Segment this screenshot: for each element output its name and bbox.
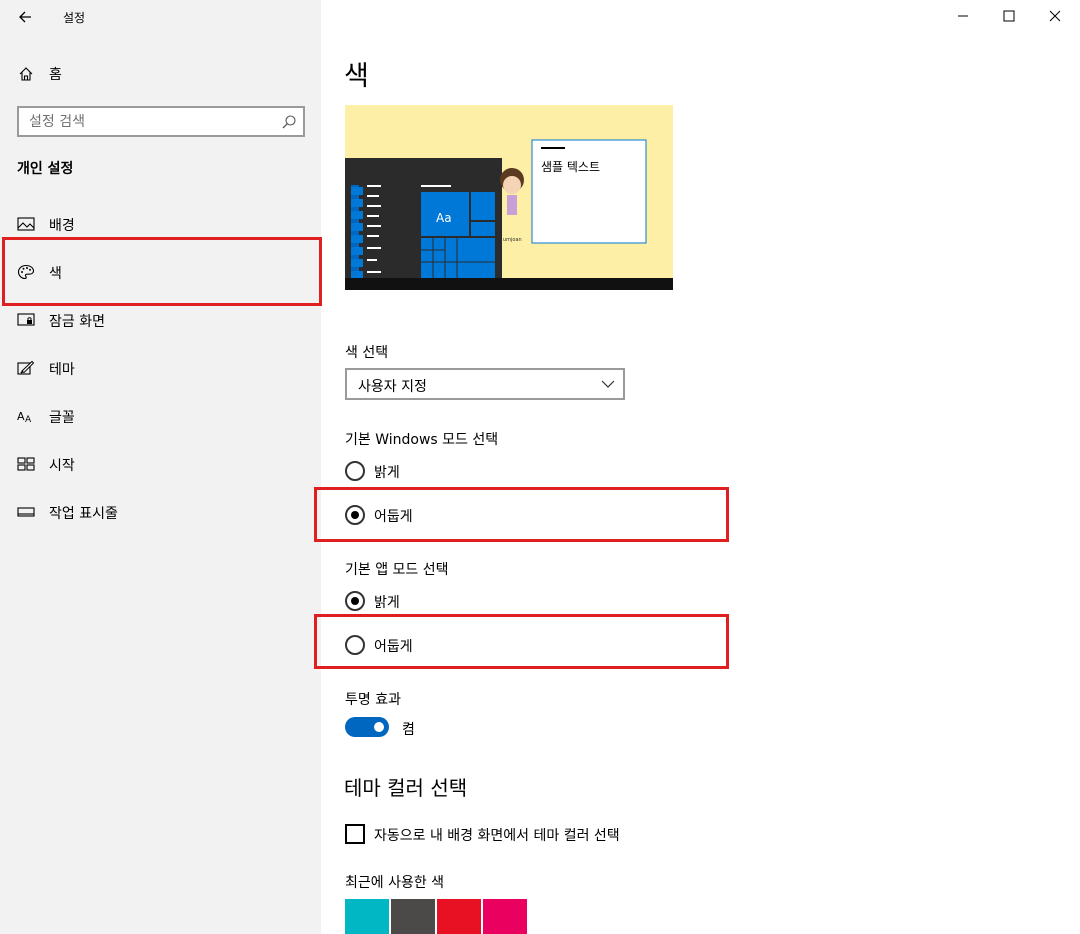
font-icon: A A — [17, 410, 32, 424]
dropdown-value: 사용자 지정 — [358, 379, 427, 395]
minimize-button[interactable] — [940, 0, 986, 32]
close-icon — [1049, 10, 1061, 22]
recent-colors-label: 최근에 사용한 색 — [345, 875, 445, 891]
app-title: 설정 — [63, 11, 86, 25]
highlight-box-color-item — [2, 237, 322, 306]
maximize-button[interactable] — [986, 0, 1032, 32]
sidebar-item-label: 잠금 화면 — [49, 314, 105, 330]
radio-label: 밝게 — [374, 595, 400, 611]
minimize-icon — [958, 15, 968, 17]
highlight-box-windows-dark — [314, 487, 729, 542]
app-mode-label: 기본 앱 모드 선택 — [345, 562, 449, 578]
chevron-down-icon — [601, 380, 615, 388]
theme-color-heading: 테마 컬러 선택 — [344, 776, 468, 800]
sidebar-item-start[interactable]: 시작 — [0, 444, 321, 484]
sidebar-item-label: 작업 표시줄 — [49, 506, 118, 522]
sidebar-item-home[interactable]: 홈 — [0, 58, 321, 90]
theme-preview: umjoan Aa 샘플 텍스트 — [345, 105, 673, 290]
sidebar-item-lock-screen[interactable]: 잠금 화면 — [0, 300, 321, 340]
theme-brush-icon — [17, 360, 35, 375]
recent-color-swatch[interactable] — [391, 899, 435, 934]
back-button[interactable] — [14, 6, 38, 28]
svg-text:umjoan: umjoan — [503, 237, 522, 243]
preview-tile-label: Aa — [436, 211, 452, 225]
taskbar-icon — [17, 507, 35, 517]
radio-label: 밝게 — [374, 465, 400, 481]
back-arrow-icon — [19, 11, 31, 23]
radio-circle — [345, 461, 365, 481]
home-icon — [19, 67, 33, 81]
highlight-box-app-dark — [314, 614, 729, 669]
page-title: 색 — [344, 61, 369, 92]
sidebar-item-taskbar[interactable]: 작업 표시줄 — [0, 492, 321, 532]
sidebar-item-label: 홈 — [49, 67, 62, 83]
sidebar-item-label: 배경 — [49, 218, 75, 234]
recent-color-swatch[interactable] — [483, 899, 527, 934]
maximize-icon — [1003, 10, 1015, 22]
search-input[interactable] — [19, 108, 277, 135]
recent-color-swatch[interactable] — [345, 899, 389, 934]
radio-circle-selected — [345, 591, 365, 611]
close-button[interactable] — [1032, 0, 1078, 32]
windows-mode-label: 기본 Windows 모드 선택 — [345, 432, 499, 448]
start-grid-icon — [17, 457, 35, 471]
color-choice-label: 색 선택 — [345, 345, 389, 361]
transparency-label: 투명 효과 — [345, 692, 401, 708]
toggle-state-label: 켬 — [402, 722, 415, 738]
search-icon[interactable] — [281, 114, 297, 130]
app-mode-light-radio[interactable]: 밝게 — [345, 589, 645, 613]
sidebar: 설정 홈 개인 설정 배경 색 잠 — [0, 0, 321, 934]
color-choice-dropdown[interactable]: 사용자 지정 — [345, 368, 625, 400]
transparency-toggle[interactable] — [345, 717, 389, 737]
sidebar-item-themes[interactable]: 테마 — [0, 348, 321, 388]
checkbox-label: 자동으로 내 배경 화면에서 테마 컬러 선택 — [374, 828, 620, 844]
svg-text:A: A — [17, 410, 25, 423]
preview-sample-text: 샘플 텍스트 — [541, 160, 601, 174]
picture-icon — [17, 217, 35, 231]
recent-color-swatch[interactable] — [437, 899, 481, 934]
auto-accent-checkbox[interactable] — [345, 824, 365, 844]
preview-illustration: umjoan — [345, 105, 673, 290]
sidebar-item-fonts[interactable]: A A 글꼴 — [0, 396, 321, 436]
windows-mode-light-radio[interactable]: 밝게 — [345, 459, 645, 483]
search-box — [17, 106, 305, 137]
svg-text:A: A — [25, 415, 32, 424]
sidebar-item-label: 테마 — [49, 362, 75, 378]
sidebar-item-label: 글꼴 — [49, 410, 75, 426]
section-heading: 개인 설정 — [17, 161, 74, 177]
lock-screen-icon — [17, 313, 35, 326]
sidebar-item-label: 시작 — [49, 458, 75, 474]
